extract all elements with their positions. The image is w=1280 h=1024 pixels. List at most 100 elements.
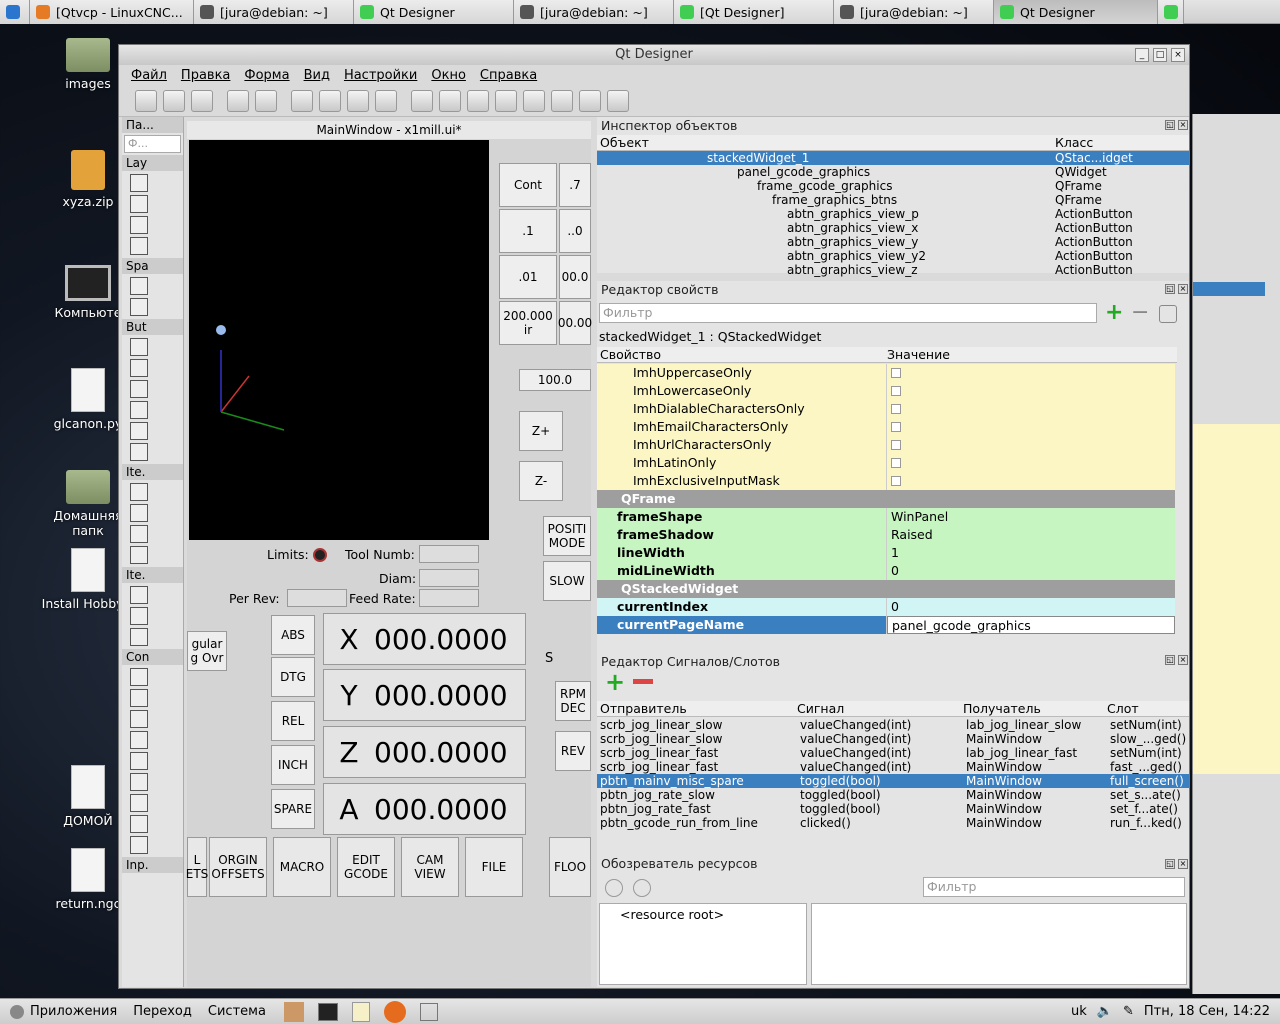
- tree-view-icon[interactable]: [130, 504, 148, 522]
- widget-filter-input[interactable]: Ф...: [124, 135, 181, 153]
- property-checkbox[interactable]: [891, 440, 901, 450]
- form-layout-icon[interactable]: [130, 237, 148, 255]
- clock[interactable]: Птн, 18 Сен, 14:22: [1144, 1004, 1270, 1019]
- inspector-row[interactable]: frame_gcode_graphics QFrame: [597, 179, 1189, 193]
- connection-row[interactable]: scrb_jog_linear_slow valueChanged(int) Mai…: [597, 732, 1189, 746]
- connection-row[interactable]: scrb_jog_linear_fast valueChanged(int) lab…: [597, 746, 1189, 760]
- remove-property-icon[interactable]: −: [1131, 302, 1149, 324]
- property-row[interactable]: ImhEmailCharactersOnly: [597, 418, 1175, 436]
- cont-button[interactable]: Cont: [499, 163, 557, 207]
- widget-section-inputs[interactable]: Inp.: [122, 857, 183, 873]
- widget-section-spacers[interactable]: Spa: [122, 258, 183, 274]
- top-task-1[interactable]: [Qtvcp - LinuxCNC...: [30, 0, 194, 24]
- horizontal-spacer-icon[interactable]: [130, 277, 148, 295]
- terminal-icon[interactable]: [317, 1002, 338, 1021]
- property-row[interactable]: frameShape WinPanel: [597, 508, 1175, 526]
- rel-button[interactable]: REL: [271, 701, 315, 741]
- slow-button[interactable]: SLOW: [543, 561, 591, 601]
- open-icon[interactable]: [163, 89, 185, 112]
- close-icon[interactable]: ×: [1178, 120, 1188, 130]
- gcode-graphics-view[interactable]: [189, 140, 489, 540]
- tool-button-icon[interactable]: [130, 359, 148, 377]
- tree-widget-icon[interactable]: [130, 607, 148, 625]
- top-task-3[interactable]: Qt Designer: [354, 0, 514, 24]
- spare-button[interactable]: SPARE: [271, 789, 315, 829]
- frame-icon[interactable]: [130, 773, 148, 791]
- keyboard-layout[interactable]: uk: [1071, 1004, 1087, 1019]
- inspector-row[interactable]: abtn_graphics_view_y ActionButton: [597, 235, 1189, 249]
- top-task-7[interactable]: Qt Designer: [994, 0, 1158, 24]
- z-plus-button[interactable]: Z+: [519, 411, 563, 451]
- jog-right-1[interactable]: ..0: [559, 209, 591, 253]
- top-task-5[interactable]: [Qt Designer]: [674, 0, 834, 24]
- widget-section-buttons[interactable]: But: [122, 319, 183, 335]
- jog-right-2[interactable]: 00.0: [559, 255, 591, 299]
- push-button-icon[interactable]: [130, 338, 148, 356]
- inspector-row[interactable]: stackedWidget_1 QStac...idget: [597, 151, 1189, 165]
- inspector-tree[interactable]: stackedWidget_1 QStac...idget panel_gcode_…: [597, 151, 1189, 277]
- offsets-button[interactable]: L ETS: [186, 837, 208, 897]
- top-task-4[interactable]: [jura@debian: ~]: [514, 0, 674, 24]
- connection-row[interactable]: pbtn_mainv_misc_spare toggled(bool) MainWi…: [597, 774, 1189, 788]
- edit-resources-icon[interactable]: [605, 879, 623, 897]
- system-menu[interactable]: Система: [208, 1004, 266, 1019]
- z-minus-button[interactable]: Z-: [519, 461, 563, 501]
- reload-icon[interactable]: [633, 879, 651, 897]
- minimize-button[interactable]: _: [1135, 48, 1149, 62]
- add-connection-icon[interactable]: +: [605, 670, 625, 694]
- connection-row[interactable]: pbtn_jog_rate_fast toggled(bool) MainWindo…: [597, 802, 1189, 816]
- top-task-8[interactable]: [1158, 0, 1184, 24]
- top-task-0[interactable]: [0, 0, 30, 24]
- property-row[interactable]: ImhExclusiveInputMask: [597, 472, 1175, 490]
- widget-section-containers[interactable]: Con: [122, 649, 183, 665]
- signal-table[interactable]: scrb_jog_linear_slow valueChanged(int) lab…: [597, 718, 1189, 830]
- abs-button[interactable]: ABS: [271, 615, 315, 655]
- volume-icon[interactable]: 🔈: [1097, 1004, 1113, 1019]
- property-checkbox[interactable]: [891, 422, 901, 432]
- property-checkbox[interactable]: [891, 476, 901, 486]
- jog-right-0[interactable]: .7: [559, 163, 591, 207]
- property-row[interactable]: ImhUrlCharactersOnly: [597, 436, 1175, 454]
- flood-button[interactable]: FLOO: [549, 837, 591, 897]
- adjust-size-icon[interactable]: [607, 89, 629, 112]
- add-property-icon[interactable]: +: [1105, 302, 1123, 324]
- mdi-area-icon[interactable]: [130, 815, 148, 833]
- column-view-icon[interactable]: [130, 546, 148, 564]
- dtg-button[interactable]: DTG: [271, 657, 315, 697]
- widget-section-item-widgets[interactable]: Ite.: [122, 567, 183, 583]
- command-link-icon[interactable]: [130, 422, 148, 440]
- float-icon[interactable]: ◱: [1165, 859, 1175, 869]
- dock-widget-icon[interactable]: [130, 836, 148, 854]
- table-widget-icon[interactable]: [130, 628, 148, 646]
- text-editor-icon[interactable]: [351, 1001, 370, 1022]
- table-view-icon[interactable]: [130, 525, 148, 543]
- origin-offsets-button[interactable]: ORGIN OFFSETS: [209, 837, 267, 897]
- property-row[interactable]: currentIndex 0: [597, 598, 1175, 616]
- widget-section-item-views[interactable]: Ite.: [122, 464, 183, 480]
- widget-icon[interactable]: [130, 794, 148, 812]
- vertical-layout-icon[interactable]: [130, 174, 148, 192]
- horizontal-layout-icon[interactable]: [130, 195, 148, 213]
- scroll-area-icon[interactable]: [130, 689, 148, 707]
- menu-file[interactable]: Файл: [131, 68, 167, 83]
- macro-button[interactable]: MACRO: [273, 837, 331, 897]
- bring-front-icon[interactable]: [255, 89, 277, 112]
- edit-signals-icon[interactable]: [319, 89, 341, 112]
- resource-tree[interactable]: <resource root>: [599, 903, 807, 985]
- property-checkbox[interactable]: [891, 458, 901, 468]
- list-widget-icon[interactable]: [130, 586, 148, 604]
- close-icon[interactable]: ×: [1178, 284, 1188, 294]
- property-checkbox[interactable]: [891, 386, 901, 396]
- cam-view-button[interactable]: CAM VIEW: [401, 837, 459, 897]
- remove-connection-icon[interactable]: [633, 679, 653, 684]
- tool-box-icon[interactable]: [130, 710, 148, 728]
- jog-01-button[interactable]: .1: [499, 209, 557, 253]
- edit-gcode-button[interactable]: EDIT GCODE: [337, 837, 395, 897]
- inspector-row[interactable]: panel_gcode_graphics QWidget: [597, 165, 1189, 179]
- property-row[interactable]: lineWidth 1: [597, 544, 1175, 562]
- jog-right-3[interactable]: 00.00: [558, 301, 592, 345]
- check-box-icon[interactable]: [130, 401, 148, 419]
- property-row[interactable]: ImhDialableCharactersOnly: [597, 400, 1175, 418]
- top-task-2[interactable]: [jura@debian: ~]: [194, 0, 354, 24]
- inch-button[interactable]: INCH: [271, 745, 315, 785]
